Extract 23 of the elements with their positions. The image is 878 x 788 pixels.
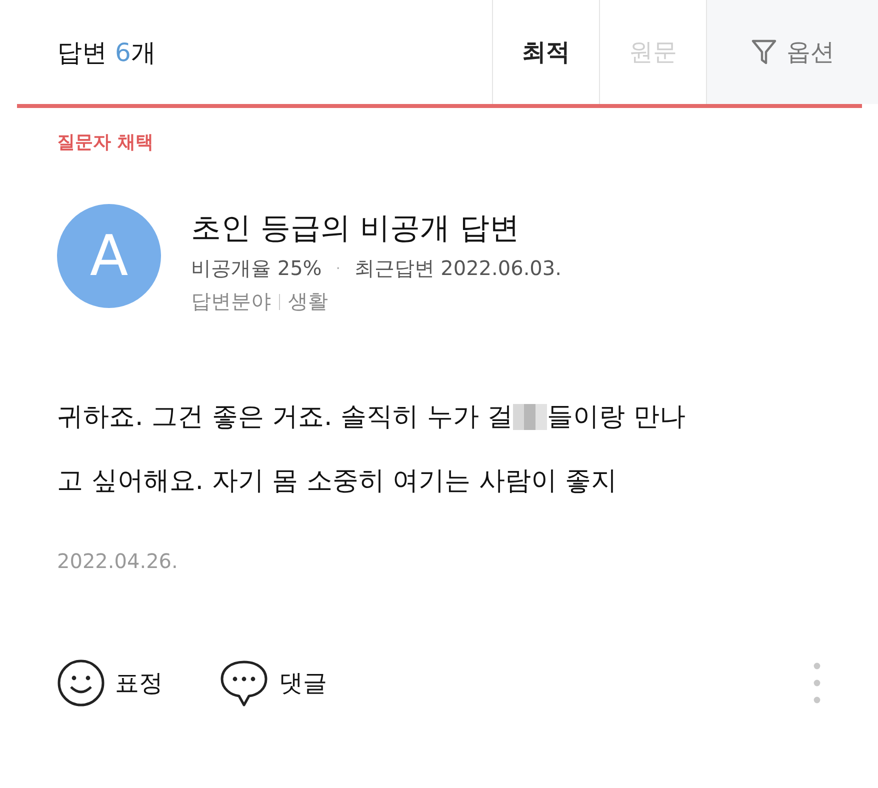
emoji-button[interactable]: 표정 — [57, 659, 163, 707]
speech-bubble-icon — [219, 659, 269, 707]
private-rate: 비공개율 25% — [191, 255, 322, 282]
answers-title-suffix: 개 — [130, 36, 156, 68]
filter-icon — [750, 38, 776, 66]
options-button[interactable]: 옵션 — [706, 0, 878, 104]
author-name[interactable]: 초인 등급의 비공개 답변 — [191, 208, 520, 249]
answer-text: 귀하죠. 그건 좋은 거죠. 솔직히 누가 걸 — [57, 401, 514, 434]
answers-title: 답변 — [57, 36, 107, 68]
more-icon[interactable] — [813, 662, 821, 704]
smiley-icon — [57, 659, 105, 707]
avatar: A — [57, 204, 161, 308]
field-label: 답변분야 — [191, 288, 271, 315]
accepted-label: 질문자 채택 — [57, 131, 154, 154]
field-value: 생활 — [288, 288, 328, 315]
answer-count: 6 — [115, 38, 131, 66]
answer-date: 2022.04.26. — [57, 549, 179, 573]
censor-mosaic — [513, 404, 548, 430]
comment-button[interactable]: 댓글 — [219, 659, 327, 707]
answer-text: 들이랑 만나 — [547, 401, 686, 434]
recent-answer-date: 최근답변 2022.06.03. — [354, 255, 562, 282]
separator-dot: · — [336, 260, 340, 276]
answer-text: 고 싶어해요. 자기 몸 소중히 여기는 사람이 좋지 — [57, 465, 618, 498]
